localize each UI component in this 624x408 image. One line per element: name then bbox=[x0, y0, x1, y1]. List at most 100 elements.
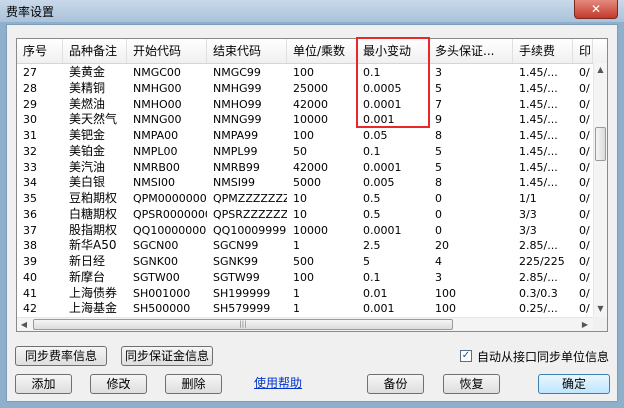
scroll-up-icon[interactable]: ▲ bbox=[594, 63, 607, 77]
cell-col-index: 31 bbox=[23, 129, 37, 142]
cell-col-note: 美天然气 bbox=[69, 112, 118, 127]
cell-col-index: 34 bbox=[23, 176, 37, 190]
table-row[interactable]: 40 新摩台 SGTW00 SGTW99 100 0.1 3 2.85/... 0/ bbox=[17, 270, 593, 285]
table-row[interactable]: 27 美黄金 NMGC00 NMGC99 100 0.1 3 1.45/... 0/ bbox=[17, 65, 593, 80]
cell-col-stamp: 0/ bbox=[579, 66, 590, 79]
scroll-left-icon[interactable]: ◀ bbox=[17, 318, 31, 331]
cell-col-note: 美精铜 bbox=[69, 80, 106, 95]
cell-col-index: 42 bbox=[23, 302, 37, 316]
cell-col-stamp: 0/ bbox=[579, 113, 590, 127]
horizontal-scroll-thumb[interactable]: ||| bbox=[33, 319, 453, 330]
cell-col-unit: 5000 bbox=[293, 176, 321, 190]
cell-col-end-code: SH199999 bbox=[213, 286, 271, 300]
cell-col-long-margin: 20 bbox=[435, 239, 449, 253]
cell-col-stamp: 0/ bbox=[579, 192, 590, 205]
cell-col-long-margin: 5 bbox=[435, 160, 442, 174]
cell-col-fee: 2.85/... bbox=[519, 239, 558, 253]
cell-col-long-margin: 7 bbox=[435, 97, 442, 111]
sync-fee-button[interactable]: 同步费率信息 bbox=[15, 346, 107, 366]
table-row[interactable]: 34 美白银 NMSI00 NMSI99 5000 0.005 8 1.45/... 0/ bbox=[17, 175, 593, 190]
title-bar[interactable]: 费率设置 ✕ bbox=[0, 0, 624, 22]
table-row[interactable]: 36 白糖期权 QPSR00000000 QPSRZZZZZZZ 10 0.5 0 3/3 0/ bbox=[17, 207, 593, 222]
cell-col-end-code: QPSRZZZZZZZ bbox=[213, 207, 287, 221]
table-row[interactable]: 38 新华A50 SGCN00 SGCN99 1 2.5 20 2.85/... 0/ bbox=[17, 238, 593, 253]
scroll-down-icon[interactable]: ▼ bbox=[594, 302, 607, 316]
cell-col-start-code: NMPA00 bbox=[133, 129, 179, 142]
cell-col-end-code: QPMZZZZZZZZ bbox=[213, 192, 287, 205]
cell-col-note: 美汽油 bbox=[69, 159, 106, 174]
header-col-start-code[interactable]: 开始代码 bbox=[127, 39, 207, 63]
cell-col-fee: 0.25/... bbox=[519, 302, 558, 316]
cell-col-long-margin: 100 bbox=[435, 286, 456, 300]
cell-col-end-code: NMRB99 bbox=[213, 160, 260, 174]
cell-col-unit: 10000 bbox=[293, 223, 328, 237]
cell-col-end-code: NMPL99 bbox=[213, 144, 258, 158]
cell-col-index: 35 bbox=[23, 192, 37, 205]
header-col-stamp[interactable]: 印 bbox=[573, 39, 593, 63]
table-row[interactable]: 41 上海债券 SH001000 SH199999 1 0.01 100 0.3/0.3 0/ bbox=[17, 286, 593, 301]
table-row[interactable]: 33 美汽油 NMRB00 NMRB99 42000 0.0001 5 1.45/... 0/ bbox=[17, 160, 593, 175]
cell-col-long-margin: 5 bbox=[435, 81, 442, 95]
cell-col-end-code: SGTW99 bbox=[213, 270, 260, 284]
cell-col-unit: 50 bbox=[293, 144, 307, 158]
table-row[interactable]: 29 美燃油 NMHO00 NMHO99 42000 0.0001 7 1.45/... 0/ bbox=[17, 97, 593, 112]
header-col-unit[interactable]: 单位/乘数 bbox=[287, 39, 357, 63]
cell-col-note: 美黄金 bbox=[69, 65, 106, 79]
cell-col-fee: 1.45/... bbox=[519, 81, 558, 95]
cell-col-end-code: NMHG99 bbox=[213, 81, 262, 95]
cell-col-stamp: 0/ bbox=[579, 160, 590, 174]
table-row[interactable]: 35 豆粕期权 QPM00000000 QPMZZZZZZZZ 10 0.5 0 1/1 0/ bbox=[17, 191, 593, 206]
delete-button[interactable]: 删除 bbox=[165, 374, 222, 394]
cell-col-start-code: SGNK00 bbox=[133, 255, 178, 268]
ok-button[interactable]: 确定 bbox=[538, 374, 610, 394]
cell-col-stamp: 0/ bbox=[579, 144, 590, 158]
cell-col-long-margin: 3 bbox=[435, 66, 442, 79]
header-col-long-margin[interactable]: 多头保证... bbox=[429, 39, 513, 63]
cell-col-unit: 25000 bbox=[293, 81, 328, 95]
cell-col-start-code: QPSR00000000 bbox=[133, 207, 207, 221]
cell-col-min-change: 0.0001 bbox=[363, 160, 402, 174]
sync-margin-button[interactable]: 同步保证金信息 bbox=[121, 346, 213, 366]
cell-col-end-code: QQ10009999 bbox=[213, 223, 287, 237]
header-col-index[interactable]: 序号 bbox=[17, 39, 63, 63]
cell-col-index: 30 bbox=[23, 113, 37, 127]
cell-col-start-code: SH001000 bbox=[133, 286, 191, 300]
close-button[interactable]: ✕ bbox=[574, 0, 618, 19]
scroll-right-icon[interactable]: ▶ bbox=[578, 318, 592, 331]
table-row[interactable]: 42 上海基金 SH500000 SH579999 1 0.001 100 0.25/... 0… bbox=[17, 301, 593, 316]
cell-col-fee: 1/1 bbox=[519, 192, 537, 205]
cell-col-min-change: 0.01 bbox=[363, 286, 388, 300]
cell-col-min-change: 0.5 bbox=[363, 207, 381, 221]
table-row[interactable]: 32 美铂金 NMPL00 NMPL99 50 0.1 5 1.45/... 0/ bbox=[17, 144, 593, 159]
header-col-end-code[interactable]: 结束代码 bbox=[207, 39, 287, 63]
restore-button[interactable]: 恢复 bbox=[443, 374, 500, 394]
scrollbar-corner bbox=[593, 317, 607, 331]
cell-col-index: 29 bbox=[23, 97, 37, 111]
help-link[interactable]: 使用帮助 bbox=[254, 374, 302, 391]
vertical-scroll-thumb[interactable] bbox=[595, 127, 606, 161]
table-row[interactable]: 31 美钯金 NMPA00 NMPA99 100 0.05 8 1.45/... 0/ bbox=[17, 128, 593, 143]
table-row[interactable]: 37 股指期权 QQ10000000 QQ10009999 10000 0.0001 0 3/… bbox=[17, 223, 593, 238]
window-title: 费率设置 bbox=[6, 5, 55, 19]
auto-sync-checkbox[interactable]: ✓ bbox=[460, 350, 472, 362]
table-row[interactable]: 28 美精铜 NMHG00 NMHG99 25000 0.0005 5 1.45/... 0/ bbox=[17, 81, 593, 96]
cell-col-start-code: NMGC00 bbox=[133, 66, 181, 79]
vertical-scrollbar[interactable]: ▲ ▼ bbox=[593, 63, 607, 317]
header-col-fee[interactable]: 手续费 bbox=[513, 39, 573, 63]
add-button[interactable]: 添加 bbox=[15, 374, 72, 394]
cell-col-stamp: 0/ bbox=[579, 286, 590, 300]
edit-button[interactable]: 修改 bbox=[90, 374, 147, 394]
header-col-note[interactable]: 品种备注 bbox=[63, 39, 127, 63]
cell-col-index: 39 bbox=[23, 255, 37, 268]
cell-col-unit: 100 bbox=[293, 129, 314, 142]
table-row[interactable]: 30 美天然气 NMNG00 NMNG99 10000 0.001 9 1.45/... 0/ bbox=[17, 112, 593, 127]
cell-col-long-margin: 0 bbox=[435, 207, 442, 221]
cell-col-min-change: 0.1 bbox=[363, 270, 381, 284]
cell-col-start-code: QPM00000000 bbox=[133, 192, 207, 205]
table-header: 序号 品种备注 开始代码 结束代码 单位/乘数 最小变动 多头保证... 手续费印 bbox=[17, 39, 607, 64]
horizontal-scrollbar[interactable]: ◀ ||| ▶ bbox=[17, 317, 593, 331]
auto-sync-label[interactable]: 自动从接口同步单位信息 bbox=[477, 348, 609, 365]
table-row[interactable]: 39 新日经 SGNK00 SGNK99 500 5 4 225/225 0/ bbox=[17, 254, 593, 269]
backup-button[interactable]: 备份 bbox=[367, 374, 424, 394]
cell-col-long-margin: 8 bbox=[435, 176, 442, 190]
